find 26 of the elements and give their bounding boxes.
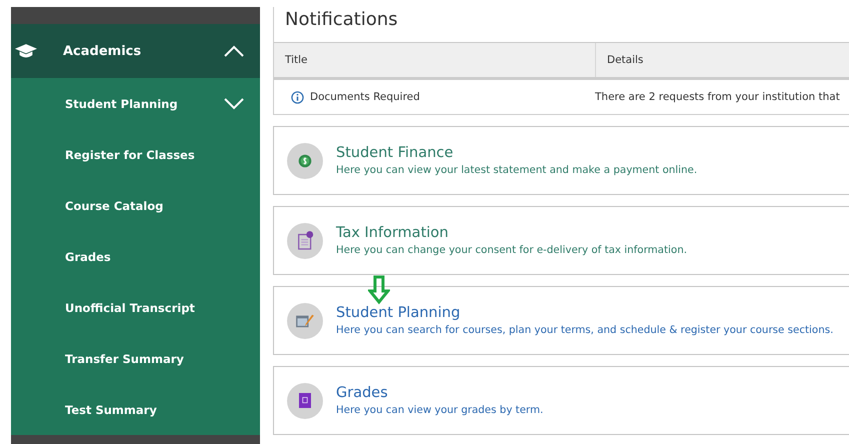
- calendar-icon: [287, 302, 323, 338]
- card-description: Here you can search for courses, plan your terms, and schedule & register your course sections.: [336, 324, 834, 336]
- chevron-icon: [224, 45, 244, 57]
- academics-menu-item[interactable]: Academics: [11, 24, 260, 78]
- dollar-icon: [287, 142, 323, 178]
- document-icon: [287, 222, 323, 258]
- column-header: Details: [606, 53, 644, 68]
- feature-card[interactable]: Grades Here you can view your grades by term.: [273, 366, 849, 435]
- feature-card[interactable]: Student Planning Here you can search for courses, plan your terms, and schedule & register your course sections.: [273, 286, 849, 355]
- card-title[interactable]: Student Finance: [336, 145, 698, 161]
- card-description: Here you can view your latest statement and make a payment online.: [336, 164, 698, 176]
- feature-card[interactable]: Student Finance Here you can view your latest statement and make a payment online.: [273, 126, 849, 195]
- info-icon: [291, 90, 304, 104]
- card-title[interactable]: Student Planning: [336, 305, 834, 321]
- column-header: Title: [274, 43, 596, 77]
- feature-card[interactable]: Tax Information Here you can change your consent for e-delivery of tax information.: [273, 206, 849, 275]
- panel-title: Notifications: [284, 8, 399, 32]
- chevron-icon: [224, 98, 244, 110]
- table-cell[interactable]: Documents Required: [310, 91, 420, 103]
- graduation-cap-icon: [15, 44, 37, 58]
- card-description: Here you can change your consent for e-delivery of tax information.: [336, 244, 687, 256]
- book-icon: [287, 382, 323, 418]
- table-cell: There are 2 requests from your institution that: [595, 91, 840, 103]
- card-description: Here you can view your grades by term.: [336, 404, 544, 416]
- card-title[interactable]: Grades: [336, 385, 544, 401]
- card-title[interactable]: Tax Information: [336, 225, 687, 241]
